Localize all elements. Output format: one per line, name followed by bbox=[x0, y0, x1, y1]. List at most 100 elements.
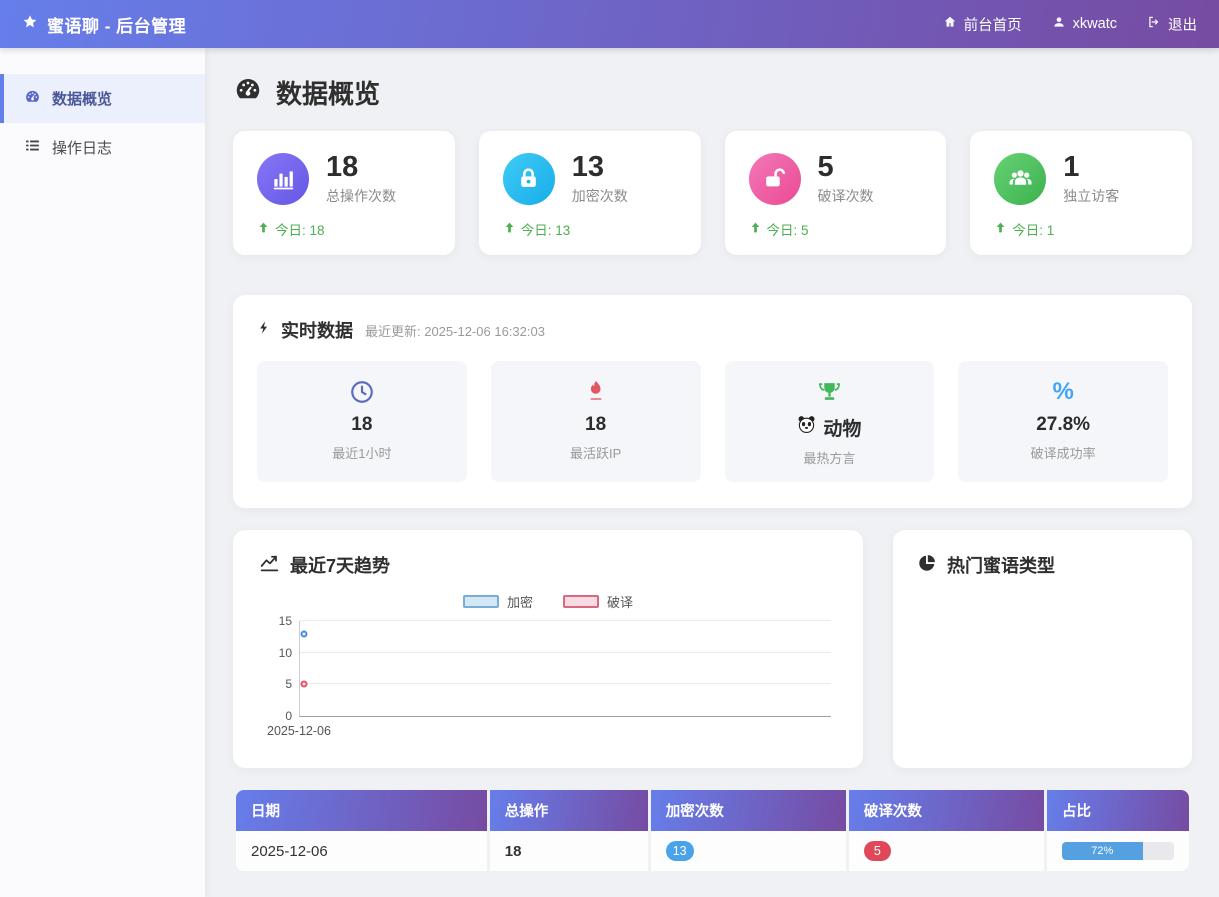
stat-label: 总操作次数 bbox=[326, 186, 396, 206]
stat-card-decrypt: 5 破译次数 今日: 5 bbox=[725, 131, 947, 255]
sidebar-item-label: 操作日志 bbox=[52, 137, 112, 158]
users-icon bbox=[994, 153, 1046, 205]
list-icon bbox=[24, 137, 41, 158]
y-tick-label: 0 bbox=[262, 709, 292, 723]
star-icon bbox=[22, 14, 38, 35]
stat-value: 13 bbox=[572, 151, 628, 183]
col-header-encrypt: 加密次数 bbox=[651, 790, 846, 831]
stat-card-total-ops: 18 总操作次数 今日: 18 bbox=[233, 131, 455, 255]
realtime-title: 实时数据 bbox=[257, 317, 353, 343]
nav-logout[interactable]: 退出 bbox=[1147, 14, 1197, 35]
gauge-icon bbox=[24, 88, 41, 109]
stat-value: 18 bbox=[326, 151, 396, 183]
stat-label: 独立访客 bbox=[1063, 186, 1119, 206]
table-header-row: 日期 总操作 加密次数 破译次数 占比 bbox=[236, 790, 1189, 831]
nav-username[interactable]: xkwatc bbox=[1052, 15, 1117, 33]
realtime-box-active-ip: 18 最活跃IP bbox=[491, 361, 701, 482]
ratio-progress-fill: 72% bbox=[1062, 842, 1143, 860]
decrypt-badge: 5 bbox=[864, 841, 891, 861]
app-brand: 蜜语聊 - 后台管理 bbox=[22, 12, 186, 37]
sidebar-item-label: 数据概览 bbox=[52, 88, 112, 109]
realtime-box-last-hour: 18 最近1小时 bbox=[257, 361, 467, 482]
realtime-section: 实时数据 最近更新: 2025-12-06 16:32:03 18 最近1小时 … bbox=[233, 295, 1192, 508]
stat-card-encrypt: 13 加密次数 今日: 13 bbox=[479, 131, 701, 255]
arrow-up-icon bbox=[994, 221, 1007, 237]
ratio-progress-track: 72% bbox=[1062, 842, 1174, 860]
top-navbar: 蜜语聊 - 后台管理 前台首页 xkwatc 退出 bbox=[0, 0, 1219, 48]
y-tick-label: 10 bbox=[262, 646, 292, 660]
cell-total: 18 bbox=[490, 831, 648, 871]
realtime-label: 破译成功率 bbox=[968, 443, 1158, 462]
page-title: 数据概览 bbox=[233, 74, 1192, 111]
trophy-icon bbox=[735, 378, 925, 406]
user-icon bbox=[1052, 15, 1066, 33]
unlock-icon bbox=[749, 153, 801, 205]
realtime-label: 最近1小时 bbox=[267, 443, 457, 462]
sidebar-item-overview[interactable]: 数据概览 bbox=[0, 74, 205, 123]
nav-frontend-home[interactable]: 前台首页 bbox=[943, 14, 1022, 35]
main-content: 数据概览 18 总操作次数 今日: 18 bbox=[205, 48, 1219, 871]
encrypt-badge: 13 bbox=[666, 841, 694, 861]
app-title: 蜜语聊 - 后台管理 bbox=[47, 12, 186, 37]
arrow-up-icon bbox=[257, 221, 270, 237]
navbar-links: 前台首页 xkwatc 退出 bbox=[943, 14, 1197, 35]
charts-row: 最近7天趋势 加密 破译 051015 2025-12-06 bbox=[233, 530, 1192, 768]
trend-chart-card: 最近7天趋势 加密 破译 051015 2025-12-06 bbox=[233, 530, 863, 768]
stat-label: 加密次数 bbox=[572, 186, 628, 206]
legend-item-encrypt: 加密 bbox=[463, 592, 533, 611]
realtime-box-top-dialect: 动物 最热方言 bbox=[725, 361, 935, 482]
realtime-value: 27.8% bbox=[968, 414, 1158, 436]
realtime-label: 最热方言 bbox=[735, 448, 925, 467]
table-row: 2025-12-06 18 13 5 72% bbox=[236, 831, 1189, 871]
realtime-label: 最活跃IP bbox=[501, 443, 691, 462]
chart-plot-area: 051015 bbox=[299, 621, 831, 717]
gridline bbox=[300, 652, 831, 653]
lock-icon bbox=[503, 153, 555, 205]
legend-item-decrypt: 破译 bbox=[563, 592, 633, 611]
realtime-box-success-rate: % 27.8% 破译成功率 bbox=[958, 361, 1168, 482]
stat-cards-row: 18 总操作次数 今日: 18 13 加密次数 今日: bbox=[233, 131, 1192, 255]
stat-today: 今日: 1 bbox=[994, 219, 1168, 239]
col-header-date: 日期 bbox=[236, 790, 487, 831]
trend-chart: 051015 2025-12-06 bbox=[259, 621, 837, 738]
col-header-ratio: 占比 bbox=[1047, 790, 1189, 831]
cell-date: 2025-12-06 bbox=[236, 831, 487, 871]
stat-value: 1 bbox=[1063, 151, 1119, 183]
bar-chart-icon bbox=[257, 153, 309, 205]
gauge-icon bbox=[233, 74, 263, 111]
realtime-updated: 最近更新: 2025-12-06 16:32:03 bbox=[365, 321, 545, 340]
chart-legend: 加密 破译 bbox=[259, 592, 837, 611]
realtime-value: 18 bbox=[267, 414, 457, 436]
realtime-value: 动物 bbox=[735, 414, 925, 441]
cell-encrypt: 13 bbox=[651, 831, 846, 871]
col-header-total: 总操作 bbox=[490, 790, 648, 831]
logout-icon bbox=[1147, 15, 1161, 33]
data-point-破译 bbox=[301, 681, 308, 688]
legend-swatch-encrypt bbox=[463, 595, 499, 608]
line-chart-icon bbox=[259, 552, 280, 578]
gridline bbox=[300, 683, 831, 684]
y-tick-label: 15 bbox=[262, 614, 292, 628]
bolt-icon bbox=[257, 319, 272, 341]
stat-today: 今日: 13 bbox=[503, 219, 677, 239]
stat-today: 今日: 5 bbox=[749, 219, 923, 239]
col-header-decrypt: 破译次数 bbox=[849, 790, 1044, 831]
gridline bbox=[300, 620, 831, 621]
stat-value: 5 bbox=[818, 151, 874, 183]
pie-chart-card: 热门蜜语类型 bbox=[893, 530, 1192, 768]
sidebar-item-logs[interactable]: 操作日志 bbox=[0, 123, 205, 172]
home-icon bbox=[943, 15, 957, 33]
stat-today: 今日: 18 bbox=[257, 219, 431, 239]
legend-swatch-decrypt bbox=[563, 595, 599, 608]
cell-ratio: 72% bbox=[1047, 831, 1189, 871]
percent-icon: % bbox=[968, 378, 1158, 406]
realtime-value: 18 bbox=[501, 414, 691, 436]
arrow-up-icon bbox=[749, 221, 762, 237]
trend-card-title: 最近7天趋势 bbox=[259, 552, 837, 578]
y-tick-label: 5 bbox=[262, 677, 292, 691]
cell-decrypt: 5 bbox=[849, 831, 1044, 871]
x-axis-label: 2025-12-06 bbox=[267, 724, 837, 738]
pie-chart-icon bbox=[917, 553, 937, 578]
stat-card-visitors: 1 独立访客 今日: 1 bbox=[970, 131, 1192, 255]
fire-icon bbox=[501, 378, 691, 406]
